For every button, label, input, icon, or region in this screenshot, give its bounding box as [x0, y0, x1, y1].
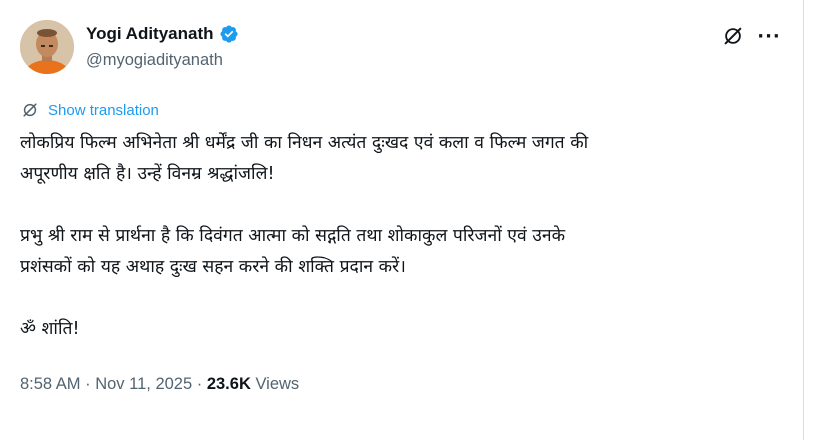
avatar[interactable] [20, 20, 74, 74]
tweet-metadata: 8:58 AM · Nov 11, 2025 · 23.6K Views [20, 375, 299, 394]
show-translation-link[interactable]: Show translation [48, 102, 159, 119]
tweet-text: लोकप्रिय फिल्म अभिनेता श्री धर्मेंद्र जी… [20, 128, 790, 345]
views-count[interactable]: 23.6K [207, 375, 251, 393]
tweet-text-line: ॐ शांति! [20, 319, 80, 339]
views-label: Views [250, 375, 300, 393]
display-name[interactable]: Yogi Adityanath [86, 24, 214, 44]
translate-icon [23, 103, 37, 117]
author-handle[interactable]: @myogiadityanath [86, 51, 223, 70]
post-time[interactable]: 8:58 AM [20, 375, 81, 393]
column-divider [803, 0, 804, 440]
verified-badge-icon[interactable] [219, 24, 239, 44]
meta-separator: · [192, 375, 207, 393]
more-options-icon[interactable]: ··· [756, 24, 782, 48]
post-date[interactable]: Nov 11, 2025 [95, 375, 192, 393]
avatar-photo-icon [20, 20, 74, 74]
show-translation-button[interactable]: Show translation [20, 100, 159, 120]
tweet-card: Yogi Adityanath @myogiadityanath ··· Sho… [0, 0, 803, 440]
tweet-text-line: प्रशंसकों को यह अथाह दुःख सहन करने की शक… [20, 257, 406, 277]
author-name-row: Yogi Adityanath [86, 24, 239, 44]
tweet-text-line: अपूरणीय क्षति है। उन्हें विनम्र श्रद्धां… [20, 164, 275, 184]
grok-icon[interactable] [722, 25, 744, 47]
tweet-text-line: लोकप्रिय फिल्म अभिनेता श्री धर्मेंद्र जी… [20, 133, 589, 153]
tweet-text-line: प्रभु श्री राम से प्रार्थना है कि दिवंगत… [20, 226, 566, 246]
meta-separator: · [80, 375, 96, 393]
